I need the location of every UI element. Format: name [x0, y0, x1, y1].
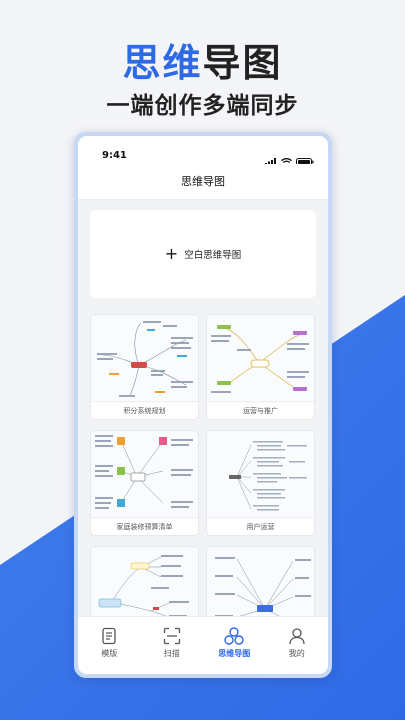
template-card[interactable]: 家庭装修预算清单	[90, 430, 199, 536]
tab-mindmap[interactable]: 思维导图	[207, 627, 261, 674]
tab-label: 模版	[101, 649, 118, 658]
tab-templates[interactable]: 模版	[82, 627, 136, 674]
profile-icon	[289, 628, 305, 645]
template-card[interactable]: 运营与推广	[206, 314, 315, 420]
template-label: 积分系统规划	[91, 401, 198, 419]
new-blank-mindmap-label: 空白思维导图	[184, 250, 242, 261]
new-blank-mindmap-button[interactable]: + 空白思维导图	[90, 210, 316, 298]
template-icon	[102, 627, 116, 645]
phone-frame: 9:41 思维导图 + 空白思维导图 积分系统规划 运营与推广 家庭装修预算清单…	[74, 132, 332, 678]
template-label: 运营与推广	[207, 401, 314, 419]
promo-title-highlight: 思维	[122, 41, 203, 85]
scan-icon	[163, 627, 180, 645]
mindmap-icon	[224, 627, 244, 645]
tab-scan[interactable]: 扫描	[145, 627, 199, 674]
tab-label: 思维导图	[218, 649, 251, 658]
tab-label: 扫描	[163, 649, 180, 658]
nav-bar: 思维导图	[78, 164, 328, 200]
phone-screen: 9:41 思维导图 + 空白思维导图 积分系统规划 运营与推广 家庭装修预算清单…	[78, 136, 328, 674]
template-thumbnail	[91, 431, 198, 519]
template-label: 用户运营	[207, 517, 314, 535]
template-thumbnail	[207, 315, 314, 403]
template-card[interactable]: 用户运营	[206, 430, 315, 536]
template-thumbnail	[91, 315, 198, 403]
promo-title-rest: 导图	[202, 41, 283, 85]
template-label: 家庭装修预算清单	[91, 517, 198, 535]
template-thumbnail	[207, 431, 314, 519]
page-title: 思维导图	[181, 175, 225, 188]
template-card[interactable]: 积分系统规划	[90, 314, 199, 420]
tab-bar: 模版 扫描 思维导图 我的	[78, 616, 328, 674]
tab-label: 我的	[288, 649, 305, 658]
plus-icon: +	[164, 244, 179, 263]
tab-profile[interactable]: 我的	[270, 627, 324, 674]
promo-subtitle: 一端创作多端同步	[106, 93, 299, 119]
promo-title: 思维导图	[0, 32, 405, 87]
